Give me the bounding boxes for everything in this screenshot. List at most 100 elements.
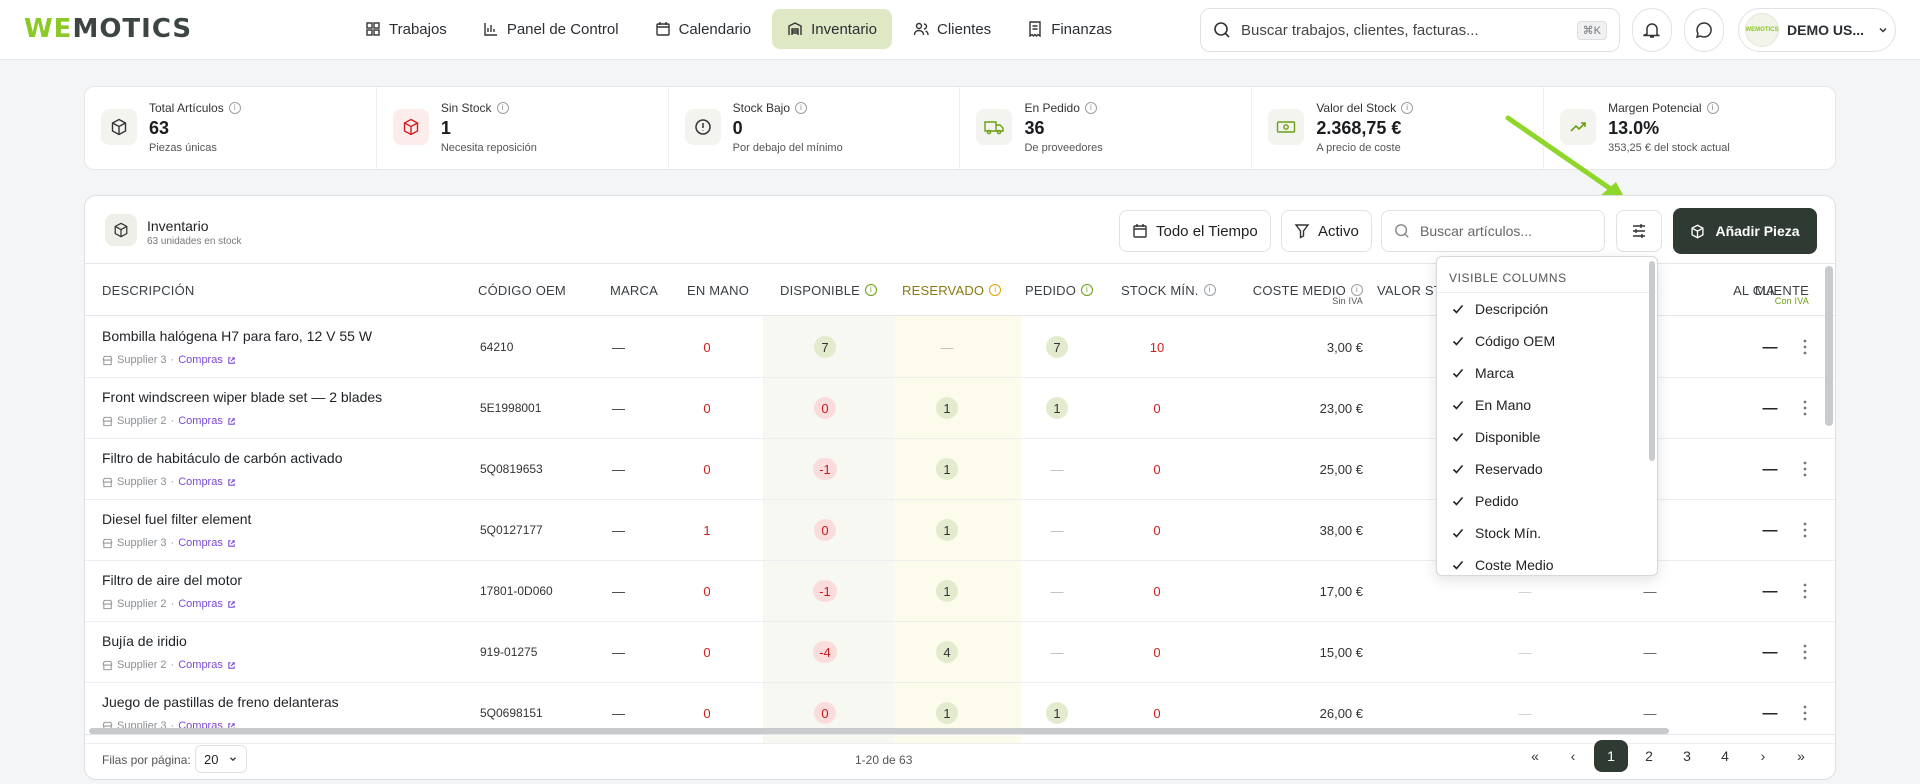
more-vertical-icon[interactable]	[1803, 583, 1807, 599]
item-description[interactable]: Juego de pastillas de freno delanteras	[102, 694, 339, 710]
column-toggle-descripción[interactable]: Descripción	[1437, 293, 1657, 325]
app-logo[interactable]: WEMOTICS	[24, 14, 192, 44]
table-row[interactable]: Bujía de iridio Supplier 2 · Compras 919-012…	[85, 622, 1835, 683]
avg-cost-value: 17,00 €	[1319, 583, 1363, 599]
item-supplier: Supplier 2 · Compras	[102, 415, 236, 427]
purchases-link[interactable]: Compras	[178, 598, 223, 610]
item-description[interactable]: Bujía de iridio	[102, 633, 187, 649]
on-hand-value: 0	[703, 644, 711, 660]
col-marca[interactable]: MARCA	[610, 264, 658, 316]
more-vertical-icon[interactable]	[1803, 461, 1807, 477]
item-description[interactable]: Front windscreen wiper blade set — 2 bla…	[102, 389, 382, 405]
check-icon	[1452, 528, 1464, 538]
column-toggle-stock-mín-[interactable]: Stock Mín.	[1437, 517, 1657, 549]
col-stock-min[interactable]: STOCK MÍN. i	[1121, 264, 1216, 316]
reserved-cell: 1	[927, 500, 967, 560]
filter-icon	[1294, 224, 1310, 239]
col-valor-stock[interactable]: VALOR ST	[1377, 264, 1442, 316]
rows-per-page-select[interactable]: 20	[195, 745, 247, 773]
page-4-button[interactable]: 4	[1708, 740, 1742, 772]
inventory-search-input[interactable]: Buscar artículos...	[1381, 210, 1605, 252]
page-1-button[interactable]: 1	[1594, 740, 1628, 772]
client-price-value: —	[1762, 338, 1778, 356]
on-hand-value: 1	[703, 522, 711, 538]
store-icon	[102, 355, 113, 365]
add-part-button[interactable]: Añadir Pieza	[1673, 208, 1817, 254]
info-icon[interactable]: i	[1084, 102, 1097, 114]
info-icon[interactable]: i	[496, 102, 509, 114]
info-icon[interactable]: i	[1401, 102, 1414, 114]
vertical-scrollbar[interactable]	[1825, 266, 1833, 426]
prev-page-button[interactable]: ‹	[1556, 740, 1590, 772]
purchases-link[interactable]: Compras	[178, 537, 223, 549]
col-ma[interactable]: MA	[1755, 264, 1775, 316]
col-oem[interactable]: CÓDIGO OEM	[478, 264, 566, 316]
more-vertical-icon[interactable]	[1803, 644, 1807, 660]
purchases-link[interactable]: Compras	[178, 476, 223, 488]
purchases-link[interactable]: Compras	[178, 659, 223, 671]
qty-badge: 1	[936, 580, 958, 602]
purchases-link[interactable]: Compras	[178, 415, 223, 427]
page-2-button[interactable]: 2	[1632, 740, 1666, 772]
nav-calendario[interactable]: Calendario	[640, 9, 767, 49]
column-toggle-marca[interactable]: Marca	[1437, 357, 1657, 389]
client-price-value: —	[1762, 582, 1778, 600]
nav-inventario[interactable]: Inventario	[772, 9, 892, 49]
column-settings-button[interactable]	[1616, 210, 1662, 252]
more-vertical-icon[interactable]	[1803, 339, 1807, 355]
nav-trabajos[interactable]: Trabajos	[350, 9, 462, 49]
item-supplier: Supplier 2 · Compras	[102, 659, 236, 671]
info-icon[interactable]: i	[795, 102, 808, 114]
notifications-button[interactable]	[1632, 8, 1672, 52]
column-toggle-código-oem[interactable]: Código OEM	[1437, 325, 1657, 357]
purchases-link[interactable]: Compras	[178, 354, 223, 366]
avg-cost-value: 38,00 €	[1319, 522, 1363, 538]
column-toggle-coste-medio[interactable]: Coste Medio	[1437, 549, 1657, 575]
store-icon	[102, 416, 113, 426]
col-coste-medio[interactable]: COSTE MEDIO i Sin IVA	[1243, 264, 1363, 316]
time-filter-button[interactable]: Todo el Tiempo	[1119, 210, 1271, 252]
info-icon[interactable]: i	[228, 102, 241, 114]
item-description[interactable]: Diesel fuel filter element	[102, 511, 251, 527]
last-page-button[interactable]: »	[1784, 740, 1818, 772]
next-page-button[interactable]: ›	[1746, 740, 1780, 772]
first-page-button[interactable]: «	[1518, 740, 1552, 772]
available-badge: 7	[814, 336, 836, 358]
column-toggle-pedido[interactable]: Pedido	[1437, 485, 1657, 517]
global-search-input[interactable]: Buscar trabajos, clientes, facturas... ⌘…	[1200, 8, 1620, 52]
info-icon[interactable]: i	[1706, 102, 1719, 114]
nav-clientes[interactable]: Clientes	[898, 9, 1006, 49]
messages-button[interactable]	[1684, 8, 1724, 52]
client-price-value: —	[1762, 521, 1778, 539]
col-en-mano[interactable]: EN MANO	[687, 264, 749, 316]
page-3-button[interactable]: 3	[1670, 740, 1704, 772]
more-vertical-icon[interactable]	[1803, 522, 1807, 538]
item-description[interactable]: Bombilla halógena H7 para faro, 12 V 55 …	[102, 328, 372, 344]
column-toggle-disponible[interactable]: Disponible	[1437, 421, 1657, 453]
more-vertical-icon[interactable]	[1803, 400, 1807, 416]
check-icon	[1452, 560, 1464, 570]
column-toggle-en-mano[interactable]: En Mano	[1437, 389, 1657, 421]
search-icon	[1395, 224, 1409, 238]
item-description[interactable]: Filtro de aire del motor	[102, 572, 242, 588]
banknote-icon	[1268, 109, 1305, 145]
col-disponible[interactable]: DISPONIBLE i	[780, 264, 878, 316]
more-vertical-icon[interactable]	[1803, 705, 1807, 721]
avg-cost-value: 25,00 €	[1319, 461, 1363, 477]
qty-badge: 4	[936, 641, 958, 663]
external-link-icon	[228, 661, 235, 669]
nav-finanzas[interactable]: Finanzas	[1012, 9, 1127, 49]
dropdown-scrollbar[interactable]	[1649, 261, 1655, 461]
status-filter-button[interactable]: Activo	[1281, 210, 1372, 252]
warehouse-icon	[788, 22, 802, 35]
brand-value: —	[612, 461, 625, 477]
user-menu[interactable]: WEMOTICS DEMO US...	[1738, 8, 1896, 52]
column-toggle-reservado[interactable]: Reservado	[1437, 453, 1657, 485]
col-pedido[interactable]: PEDIDO i	[1025, 264, 1094, 316]
col-precio-cliente[interactable]: AL CLIENTE Con IVA	[1665, 264, 1809, 316]
user-name: DEMO US...	[1787, 22, 1865, 38]
item-description[interactable]: Filtro de habitáculo de carbón activado	[102, 450, 342, 466]
nav-panel[interactable]: Panel de Control	[468, 9, 634, 49]
col-descripcion[interactable]: DESCRIPCIÓN	[102, 264, 195, 316]
col-reservado[interactable]: RESERVADO i	[902, 264, 1002, 316]
